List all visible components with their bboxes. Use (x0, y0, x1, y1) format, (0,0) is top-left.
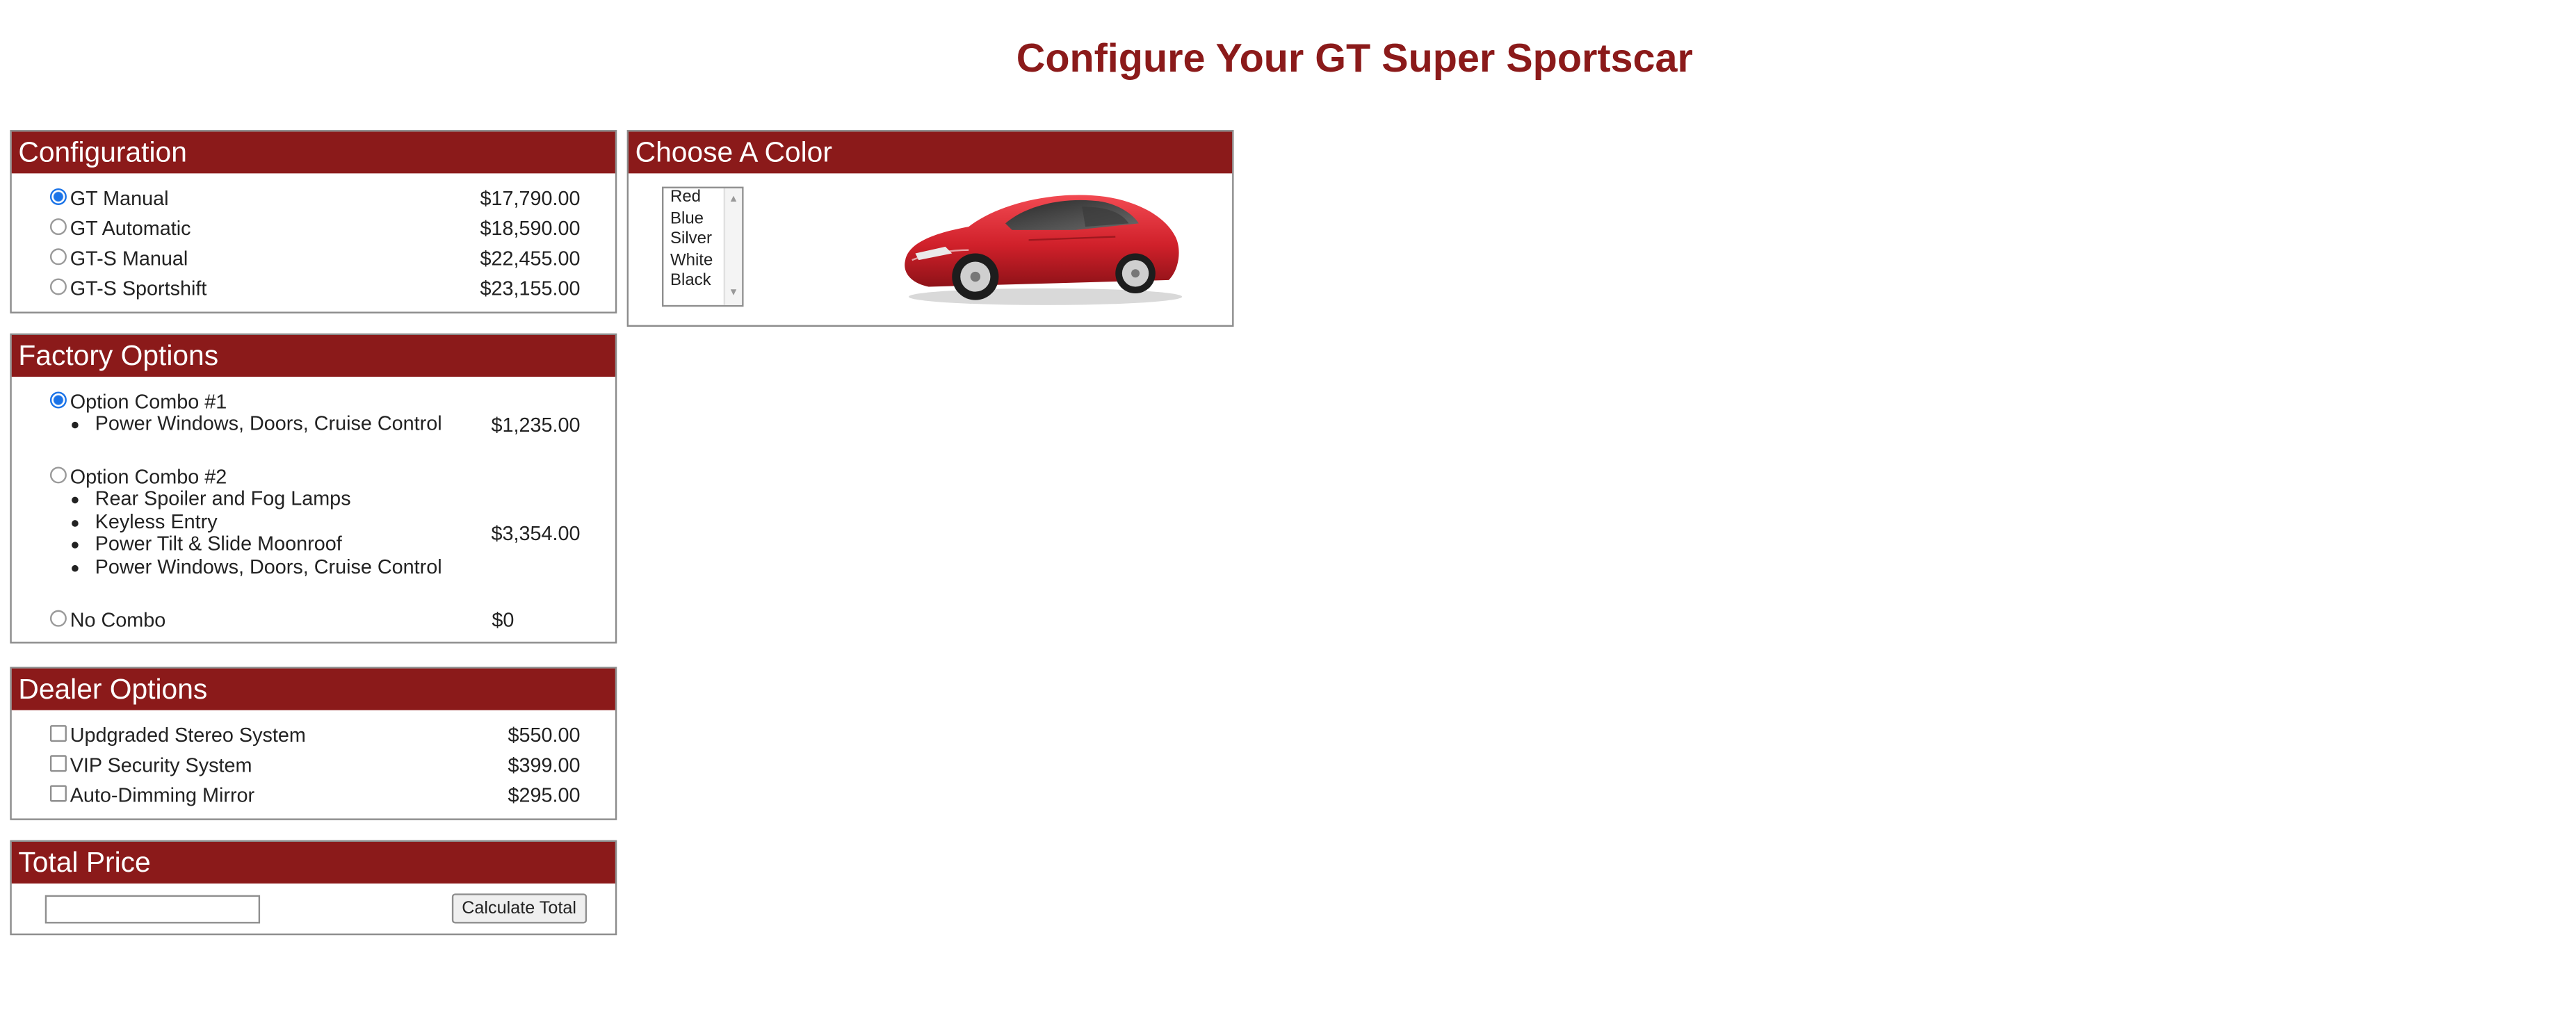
config-price: $18,590.00 (480, 216, 581, 241)
config-option-label: GT-S Manual (70, 246, 188, 270)
config-option-gt-manual[interactable]: GT Manual (49, 186, 169, 211)
option-combo-2[interactable]: Option Combo #2 (49, 465, 227, 489)
radio-gts-sportshift[interactable] (49, 278, 67, 295)
config-price: $22,455.00 (480, 246, 581, 270)
option-combo-1[interactable]: Option Combo #1 (49, 390, 227, 414)
dealer-price: $295.00 (508, 783, 581, 807)
dealer-option-mirror[interactable]: Auto-Dimming Mirror (49, 783, 255, 807)
dealer-option-security[interactable]: VIP Security System (49, 753, 252, 777)
color-listbox[interactable]: Red Blue Silver White Black ▲ ▼ (662, 186, 744, 307)
factory-options-heading: Factory Options (11, 334, 615, 377)
combo-price: $0 (492, 608, 515, 632)
color-panel: Choose A Color Red Blue Silver White Bla… (626, 130, 1234, 327)
combo-price: $1,235.00 (491, 413, 581, 437)
radio-gts-manual[interactable] (49, 248, 67, 266)
checkbox-stereo[interactable] (49, 725, 67, 742)
configuration-heading: Configuration (11, 131, 615, 174)
total-price-input[interactable] (44, 895, 261, 924)
factory-options-panel: Factory Options Option Combo #1 Power Wi… (10, 333, 617, 644)
configuration-panel: Configuration GT Manual $17,790.00 GT Au… (10, 130, 617, 314)
dealer-option-label: VIP Security System (70, 753, 252, 777)
feature-item: Power Tilt & Slide Moonroof (95, 532, 442, 555)
dealer-price: $399.00 (508, 753, 581, 777)
scroll-down-arrow-icon[interactable]: ▼ (729, 282, 738, 303)
color-heading: Choose A Color (629, 131, 1233, 174)
dealer-options-heading: Dealer Options (11, 668, 615, 710)
scroll-up-arrow-icon[interactable]: ▲ (729, 190, 738, 211)
radio-option-combo-1[interactable] (49, 391, 67, 409)
feature-item: Power Windows, Doors, Cruise Control (95, 555, 442, 578)
config-price: $17,790.00 (480, 186, 581, 211)
dealer-option-label: Auto-Dimming Mirror (70, 783, 255, 807)
checkbox-mirror[interactable] (49, 785, 67, 802)
total-price-panel: Total Price Calculate Total (10, 840, 617, 936)
total-price-heading: Total Price (11, 841, 615, 884)
config-option-label: GT Manual (70, 186, 169, 211)
option-no-combo[interactable]: No Combo (49, 608, 166, 632)
config-option-gts-manual[interactable]: GT-S Manual (49, 246, 188, 270)
dealer-price: $550.00 (508, 723, 581, 747)
calculate-total-button[interactable]: Calculate Total (451, 893, 587, 924)
feature-item: Rear Spoiler and Fog Lamps (95, 487, 442, 511)
feature-item: Power Windows, Doors, Cruise Control (95, 412, 442, 436)
combo-price: $3,354.00 (491, 521, 581, 546)
combo-1-features: Power Windows, Doors, Cruise Control (79, 412, 442, 436)
config-option-gt-automatic[interactable]: GT Automatic (49, 216, 191, 241)
dealer-option-label: Updgraded Stereo System (70, 723, 306, 747)
listbox-scrollbar[interactable]: ▲ ▼ (723, 188, 743, 305)
radio-gt-manual[interactable] (49, 188, 67, 205)
combo-label: Option Combo #2 (70, 465, 227, 489)
combo-label: No Combo (70, 608, 166, 632)
checkbox-security[interactable] (49, 755, 67, 772)
dealer-option-stereo[interactable]: Updgraded Stereo System (49, 723, 306, 747)
radio-no-combo[interactable] (49, 610, 67, 627)
config-option-label: GT Automatic (70, 216, 191, 241)
page-title: Configure Your GT Super Sportscar (1016, 36, 1693, 82)
dealer-options-panel: Dealer Options Updgraded Stereo System $… (10, 667, 617, 820)
car-image (905, 195, 1183, 305)
combo-2-features: Rear Spoiler and Fog Lamps Keyless Entry… (79, 487, 442, 578)
config-option-gts-sportshift[interactable]: GT-S Sportshift (49, 277, 207, 300)
combo-label: Option Combo #1 (70, 390, 227, 414)
radio-gt-automatic[interactable] (49, 218, 67, 236)
feature-item: Keyless Entry (95, 510, 442, 533)
config-price: $23,155.00 (480, 277, 581, 300)
radio-option-combo-2[interactable] (49, 466, 67, 484)
config-option-label: GT-S Sportshift (70, 277, 207, 300)
